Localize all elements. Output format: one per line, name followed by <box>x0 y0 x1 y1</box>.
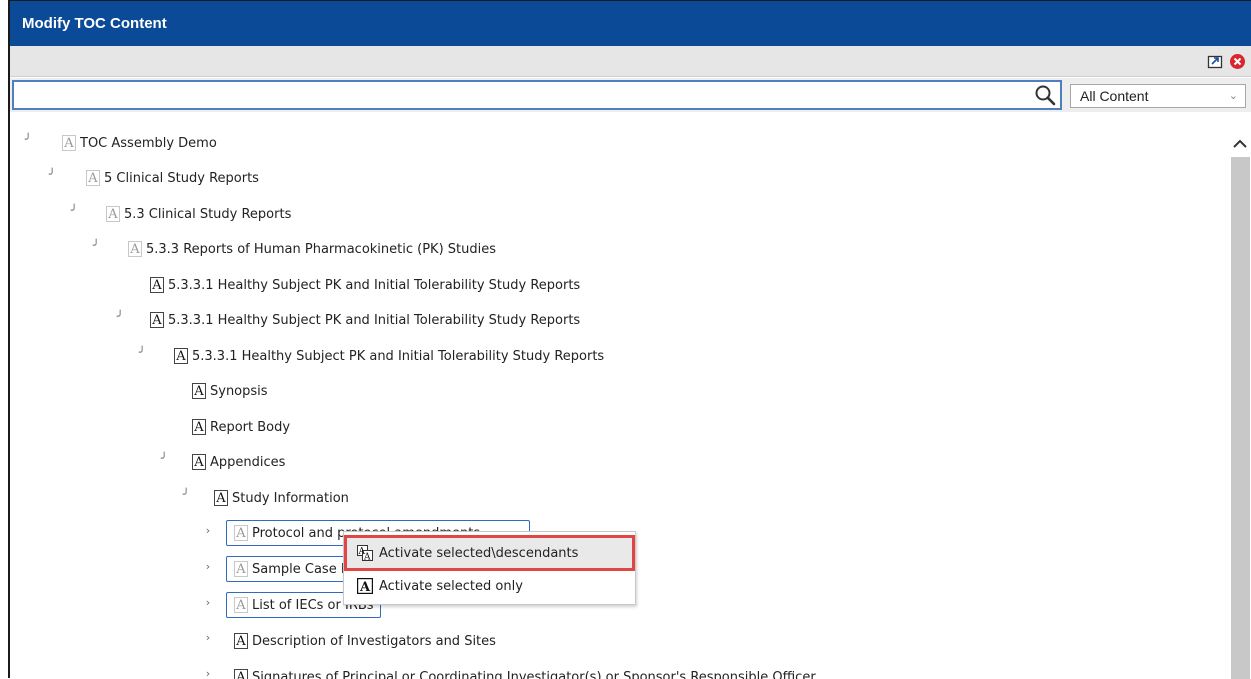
tree-node-label: 5.3.3.1 Healthy Subject PK and Initial T… <box>168 313 580 328</box>
tree-node[interactable]: A 5 Clinical Study Reports <box>86 164 259 192</box>
section-type-icon: A <box>192 454 206 470</box>
search-bar: All Content ⌄ <box>10 78 1251 112</box>
tree-node-label: Description of Investigators and Sites <box>252 634 496 649</box>
collapse-toggle-icon[interactable]: ╯ <box>158 452 170 465</box>
search-icon[interactable] <box>1034 84 1056 106</box>
collapse-toggle-icon[interactable]: ╯ <box>22 133 34 146</box>
menu-item-label: Activate selected only <box>379 579 523 594</box>
section-type-icon: A <box>150 277 164 293</box>
section-type-icon: A <box>150 312 164 328</box>
section-type-icon: A <box>128 241 142 257</box>
dialog-title: Modify TOC Content <box>22 15 167 32</box>
section-type-icon: A <box>86 170 100 186</box>
collapse-toggle-icon[interactable]: ╯ <box>90 239 102 252</box>
section-type-icon: A <box>192 383 206 399</box>
section-type-icon: A <box>234 597 248 613</box>
vertical-scrollbar[interactable] <box>1228 113 1251 679</box>
tree-node-label: TOC Assembly Demo <box>80 136 217 151</box>
expand-toggle-icon[interactable]: › <box>202 631 214 644</box>
section-type-icon: A <box>214 490 228 506</box>
tree-node-label: 5 Clinical Study Reports <box>104 171 259 186</box>
search-input[interactable] <box>12 80 1062 110</box>
content-filter-value: All Content <box>1080 88 1148 104</box>
scrollbar-thumb[interactable] <box>1231 157 1250 679</box>
tree-node-label: Study Information <box>232 491 349 506</box>
dialog-toolbar <box>10 46 1251 77</box>
tree-node[interactable]: A 5.3.3.1 Healthy Subject PK and Initial… <box>150 306 580 334</box>
section-type-icon: A <box>234 633 248 649</box>
tree-node-label: 5.3.3.1 Healthy Subject PK and Initial T… <box>168 278 580 293</box>
activate-icon: A <box>357 578 373 594</box>
svg-text:A: A <box>359 580 371 594</box>
tree-node-label: 5.3 Clinical Study Reports <box>124 207 291 222</box>
expand-toggle-icon[interactable]: › <box>202 667 214 679</box>
tree-node-label: Appendices <box>210 455 285 470</box>
modify-toc-dialog: Modify TOC Content All Content ⌄ ╯ A TOC… <box>8 0 1251 678</box>
tree-node[interactable]: A 5.3 Clinical Study Reports <box>106 200 291 228</box>
chevron-down-icon: ⌄ <box>1229 85 1238 107</box>
close-circle-icon[interactable] <box>1229 53 1246 70</box>
section-type-icon: A <box>234 561 248 577</box>
menu-item-label: Activate selected\descendants <box>379 546 578 561</box>
collapse-toggle-icon[interactable]: ╯ <box>180 488 192 501</box>
tree-node-label: 5.3.3 Reports of Human Pharmacokinetic (… <box>146 242 496 257</box>
collapse-toggle-icon[interactable]: ╯ <box>136 346 148 359</box>
expand-toggle-icon[interactable]: › <box>202 596 214 609</box>
expand-toggle-icon[interactable]: › <box>202 524 214 537</box>
tree-node[interactable]: A TOC Assembly Demo <box>62 129 217 157</box>
section-type-icon: A <box>174 348 188 364</box>
menu-item-activate-descendants[interactable]: A A Activate selected\descendants <box>347 538 632 568</box>
tree-node[interactable]: A Study Information <box>214 484 349 512</box>
section-type-icon: A <box>192 419 206 435</box>
export-icon[interactable] <box>1207 53 1224 70</box>
dialog-title-bar: Modify TOC Content <box>10 1 1251 46</box>
tree-node-label: Report Body <box>210 420 290 435</box>
collapse-toggle-icon[interactable]: ╯ <box>114 310 126 323</box>
svg-text:A: A <box>363 553 371 562</box>
section-type-icon: A <box>234 525 248 541</box>
tree-node-label: Synopsis <box>210 384 268 399</box>
collapse-toggle-icon[interactable]: ╯ <box>46 168 58 181</box>
tree-node[interactable]: A Appendices <box>192 448 285 476</box>
collapse-toggle-icon[interactable]: ╯ <box>68 204 80 217</box>
section-type-icon: A <box>106 206 120 222</box>
expand-toggle-icon[interactable]: › <box>202 560 214 573</box>
menu-item-activate-selected-only[interactable]: A Activate selected only <box>347 571 632 601</box>
tree-node[interactable]: A Synopsis <box>192 377 268 405</box>
scroll-up-icon[interactable] <box>1232 137 1248 151</box>
tree-node-label: 5.3.3.1 Healthy Subject PK and Initial T… <box>192 349 604 364</box>
activate-descendants-icon: A A <box>357 545 373 561</box>
tree-node[interactable]: A Description of Investigators and Sites <box>234 627 496 655</box>
tree-node[interactable]: A 5.3.3 Reports of Human Pharmacokinetic… <box>128 235 496 263</box>
context-menu: A A Activate selected\descendants A Acti… <box>343 531 636 605</box>
section-type-icon: A <box>62 135 76 151</box>
tree-node[interactable]: A Signatures of Principal or Coordinatin… <box>234 663 816 679</box>
tree-node[interactable]: A 5.3.3.1 Healthy Subject PK and Initial… <box>150 271 580 299</box>
content-filter-select[interactable]: All Content ⌄ <box>1070 84 1246 108</box>
tree-node[interactable]: A 5.3.3.1 Healthy Subject PK and Initial… <box>174 342 604 370</box>
tree-node[interactable]: A Report Body <box>192 413 290 441</box>
